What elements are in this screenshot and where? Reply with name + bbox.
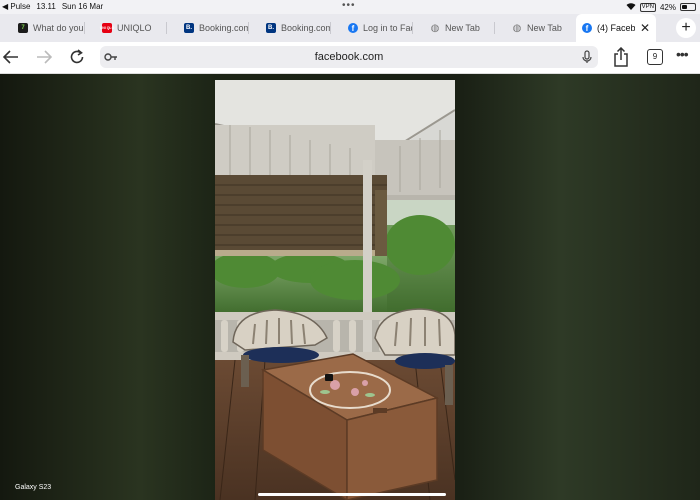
address-bar[interactable]: facebook.com xyxy=(100,46,598,68)
forward-arrow-icon xyxy=(37,50,52,64)
status-bar: ◀ Pulse 13.11 Sun 16 Mar ••• VPN 42% xyxy=(0,0,700,14)
wifi-icon xyxy=(626,2,636,12)
browser-toolbar: facebook.com 9 ••• xyxy=(0,42,700,74)
post-photo[interactable] xyxy=(215,80,455,500)
uniqlo-icon: UNI QLO xyxy=(100,23,114,33)
tab-new-tab-1[interactable]: ◍ New Tab xyxy=(412,14,494,42)
tab-label: Log in to Fac xyxy=(363,23,412,33)
tab-booking-1[interactable]: B. Booking.com xyxy=(166,14,248,42)
home-indicator[interactable] xyxy=(258,493,446,496)
more-menu-icon[interactable]: ••• xyxy=(676,46,689,62)
microphone-icon[interactable] xyxy=(582,50,592,64)
booking-icon: B. xyxy=(184,23,194,33)
new-tab-button[interactable]: + xyxy=(676,18,696,38)
battery-fill xyxy=(682,5,688,9)
back-app-label: Pulse xyxy=(10,2,31,11)
status-left: ◀ Pulse 13.11 Sun 16 Mar xyxy=(2,2,103,11)
tab-new-tab-2[interactable]: ◍ New Tab xyxy=(494,14,576,42)
globe-icon: ◍ xyxy=(512,22,522,34)
tab-label: Booking.com xyxy=(281,23,330,33)
pulse-icon: 7 xyxy=(18,23,28,33)
photo-caption: Galaxy S23 xyxy=(15,484,52,491)
back-to-app-link[interactable]: ◀ Pulse xyxy=(2,2,30,11)
tab-facebook-login[interactable]: f Log in to Fac xyxy=(330,14,412,42)
tab-label: New Tab xyxy=(445,23,480,33)
reload-button[interactable] xyxy=(66,46,88,68)
veranda-photo-image xyxy=(215,80,455,500)
globe-icon: ◍ xyxy=(430,22,440,34)
reload-icon xyxy=(70,49,84,64)
forward-button[interactable] xyxy=(33,46,55,68)
page-content: Galaxy S23 xyxy=(0,74,700,500)
tab-overview-button[interactable]: 9 xyxy=(647,49,663,65)
status-time: 13.11 xyxy=(36,2,56,11)
tab-bar: 7 What do you UNI QLO UNIQLO B. Booking.… xyxy=(0,14,700,42)
back-button[interactable] xyxy=(0,46,22,68)
battery-icon xyxy=(680,3,696,11)
facebook-icon: f xyxy=(582,23,592,33)
tab-label: What do you xyxy=(33,23,84,33)
battery-percent: 42% xyxy=(659,2,676,12)
share-icon[interactable] xyxy=(612,47,630,67)
tab-label: (4) Facebo xyxy=(597,23,635,33)
tab-what-do-you[interactable]: 7 What do you xyxy=(0,14,84,42)
close-tab-icon[interactable]: ✕ xyxy=(640,21,650,35)
status-date: Sun 16 Mar xyxy=(61,2,104,11)
status-right: VPN 42% xyxy=(626,2,696,12)
tab-label: Booking.com xyxy=(199,23,248,33)
tab-facebook-active[interactable]: f (4) Facebo ✕ xyxy=(576,14,656,42)
multitasking-dots-icon[interactable]: ••• xyxy=(342,0,356,11)
tab-booking-2[interactable]: B. Booking.com xyxy=(248,14,330,42)
tab-label: New Tab xyxy=(527,23,562,33)
vpn-badge: VPN xyxy=(639,2,656,12)
facebook-icon: f xyxy=(348,23,358,33)
tab-label: UNIQLO xyxy=(117,23,152,33)
url-text: facebook.com xyxy=(314,51,384,63)
back-arrow-icon xyxy=(3,50,18,64)
booking-icon: B. xyxy=(266,23,276,33)
tab-uniqlo[interactable]: UNI QLO UNIQLO xyxy=(84,14,166,42)
